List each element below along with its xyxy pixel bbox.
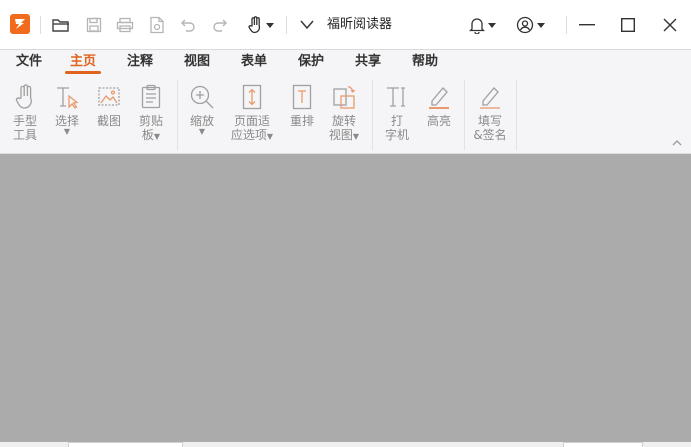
hand-tool-label-1: 手型 (12, 114, 37, 128)
app-title: 福昕阅读器 (327, 17, 393, 32)
menu-comment[interactable]: 注释 (121, 50, 159, 76)
highlight-button[interactable]: 高亮 (419, 82, 459, 128)
minimize-icon[interactable] (572, 0, 602, 50)
reflow-label: 重排 (289, 114, 314, 128)
open-folder-icon[interactable] (50, 0, 72, 50)
clipboard-dropdown-icon[interactable]: ▼ (154, 132, 160, 141)
rotate-view-label-1: 旋转 (331, 114, 356, 128)
menu-form[interactable]: 表单 (235, 50, 273, 76)
snapshot-icon (98, 87, 120, 106)
ribbon-toolbar: 手型 工具 选择 ▼ 截图 剪贴 板▼ 缩放 ▼ 页面适 应选项▼ 重排 旋转 … (0, 76, 691, 154)
save-icon (83, 0, 105, 50)
select-label: 选择 (54, 114, 79, 128)
snapshot-button[interactable]: 截图 (89, 82, 129, 128)
zoom-field[interactable] (563, 442, 643, 447)
maximize-icon[interactable] (613, 0, 643, 50)
reflow-icon (292, 84, 312, 110)
zoom-dropdown-icon[interactable]: ▼ (182, 128, 222, 136)
page-fit-icon (242, 84, 262, 110)
foxit-logo-icon[interactable] (10, 14, 30, 34)
account-icon[interactable] (510, 0, 550, 50)
divider (566, 16, 567, 34)
rotate-view-button[interactable]: 旋转 视图▼ (324, 82, 364, 142)
menu-view[interactable]: 视图 (178, 50, 216, 76)
menu-bar: 文件 主页 注释 视图 表单 保护 共享 帮助 (0, 50, 691, 76)
zoom-button[interactable]: 缩放 ▼ (182, 82, 222, 136)
clipboard-button[interactable]: 剪贴 板▼ (131, 82, 171, 142)
highlight-label: 高亮 (426, 114, 451, 128)
clipboard-label-1: 剪贴 (138, 114, 163, 128)
document-area[interactable] (0, 154, 691, 442)
snapshot-label: 截图 (96, 114, 121, 128)
title-bar: 福昕阅读器 (0, 0, 691, 50)
typewriter-label-1: 打 (390, 114, 403, 128)
hand-tool-icon[interactable] (243, 0, 277, 50)
menu-help[interactable]: 帮助 (406, 50, 444, 76)
fill-sign-button[interactable]: 填写 &签名 (470, 82, 510, 142)
zoom-icon (190, 85, 214, 109)
select-button[interactable]: 选择 ▼ (47, 82, 87, 136)
fill-sign-icon (480, 87, 500, 109)
typewriter-icon (387, 87, 405, 107)
zoom-label: 缩放 (189, 114, 214, 128)
rotate-view-dropdown-icon[interactable]: ▼ (353, 132, 359, 141)
select-dropdown-icon[interactable]: ▼ (47, 128, 87, 136)
close-icon[interactable] (655, 0, 685, 50)
fill-sign-label-2: &签名 (473, 128, 507, 142)
menu-file[interactable]: 文件 (10, 50, 48, 76)
page-fit-label-2: 应选项▼ (230, 128, 274, 142)
collapse-ribbon-icon[interactable] (671, 138, 683, 148)
menu-share[interactable]: 共享 (349, 50, 387, 76)
status-bar (0, 442, 691, 447)
ribbon-divider (177, 80, 178, 150)
select-text-icon (57, 87, 79, 109)
reflow-button[interactable]: 重排 (282, 82, 322, 128)
page-fit-button[interactable]: 页面适 应选项▼ (226, 82, 278, 142)
notification-bell-icon[interactable] (462, 0, 502, 50)
ribbon-divider (464, 80, 465, 150)
typewriter-button[interactable]: 打 字机 (377, 82, 417, 142)
active-tab-indicator (65, 71, 101, 74)
typewriter-label-2: 字机 (384, 128, 409, 142)
undo-icon (177, 0, 199, 50)
fill-sign-label-1: 填写 (477, 114, 502, 128)
page-fit-dropdown-icon[interactable]: ▼ (267, 132, 273, 141)
page-fit-label-1: 页面适 (233, 114, 270, 128)
menu-protect[interactable]: 保护 (292, 50, 330, 76)
print-icon (114, 0, 136, 50)
ribbon-divider (372, 80, 373, 150)
page-nav-field[interactable] (68, 442, 183, 447)
new-doc-icon (146, 0, 168, 50)
hand-tool-button[interactable]: 手型 工具 (5, 82, 45, 142)
clipboard-icon (141, 84, 161, 109)
customize-dropdown-icon[interactable] (297, 0, 317, 50)
divider (286, 16, 287, 34)
rotate-view-label-2: 视图▼ (328, 128, 360, 142)
clipboard-label-2: 板▼ (141, 128, 161, 142)
redo-icon (209, 0, 231, 50)
rotate-view-icon (333, 85, 356, 109)
highlight-icon (429, 87, 449, 109)
hand-tool-label-2: 工具 (12, 128, 37, 142)
divider (40, 16, 41, 34)
ribbon-divider (516, 80, 517, 150)
hand-icon (15, 84, 32, 109)
